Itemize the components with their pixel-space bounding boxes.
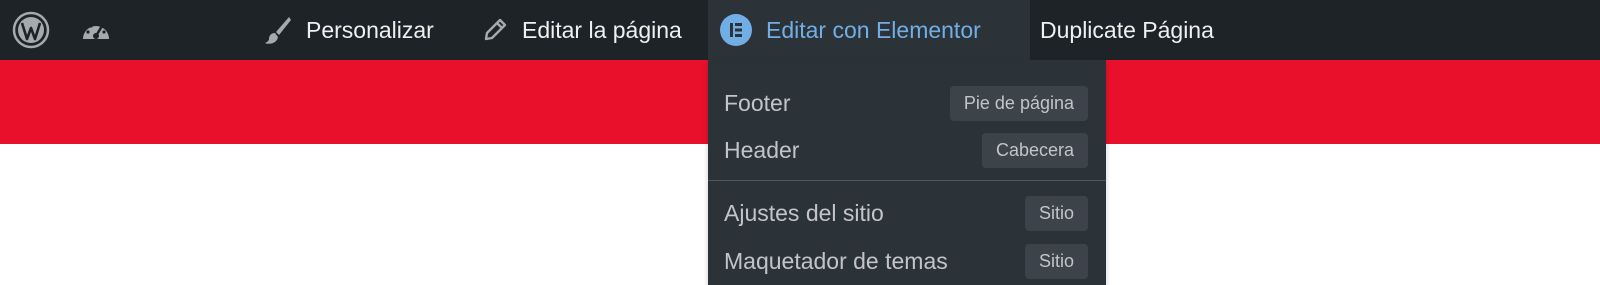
dropdown-item-label: Header	[724, 136, 800, 163]
dropdown-item-theme-builder[interactable]: Maquetador de temas Sitio	[708, 238, 1106, 284]
dropdown-item-badge: Pie de página	[949, 85, 1088, 121]
dropdown-item-badge: Sitio	[1024, 243, 1088, 279]
wordpress-logo-icon[interactable]	[12, 0, 52, 60]
dropdown-item-footer[interactable]: Footer Pie de página	[708, 80, 1106, 126]
dropdown-item-badge: Sitio	[1024, 195, 1088, 231]
paintbrush-icon	[264, 15, 292, 45]
gauge-svg	[83, 21, 109, 39]
edit-with-elementor-label: Editar con Elementor	[766, 16, 981, 43]
elementor-dropdown-menu: Footer Pie de página Header Cabecera Aju…	[708, 60, 1106, 285]
edit-page-menu-item[interactable]: Editar la página	[482, 0, 682, 60]
admin-bar: Personalizar Editar la página Editar con…	[0, 0, 1600, 60]
dropdown-item-label: Maquetador de temas	[724, 247, 948, 274]
dropdown-item-header[interactable]: Header Cabecera	[708, 127, 1106, 173]
dropdown-item-badge: Cabecera	[981, 132, 1088, 168]
duplicate-page-menu-item[interactable]: Duplicate Página	[1040, 0, 1214, 60]
pencil-icon	[482, 17, 508, 43]
dropdown-item-label: Ajustes del sitio	[724, 199, 884, 226]
dashboard-gauge-icon[interactable]	[80, 0, 114, 60]
dropdown-item-site-settings[interactable]: Ajustes del sitio Sitio	[708, 190, 1106, 236]
dropdown-item-label: Footer	[724, 89, 791, 116]
elementor-logo-icon	[720, 14, 752, 46]
edit-page-label: Editar la página	[522, 16, 682, 43]
dropdown-divider	[708, 180, 1106, 181]
duplicate-page-label: Duplicate Página	[1040, 16, 1214, 43]
customize-label: Personalizar	[306, 16, 434, 43]
customize-menu-item[interactable]: Personalizar	[264, 0, 434, 60]
wordpress-logo-svg	[12, 11, 50, 49]
edit-with-elementor-menu-item[interactable]: Editar con Elementor	[708, 0, 1030, 60]
